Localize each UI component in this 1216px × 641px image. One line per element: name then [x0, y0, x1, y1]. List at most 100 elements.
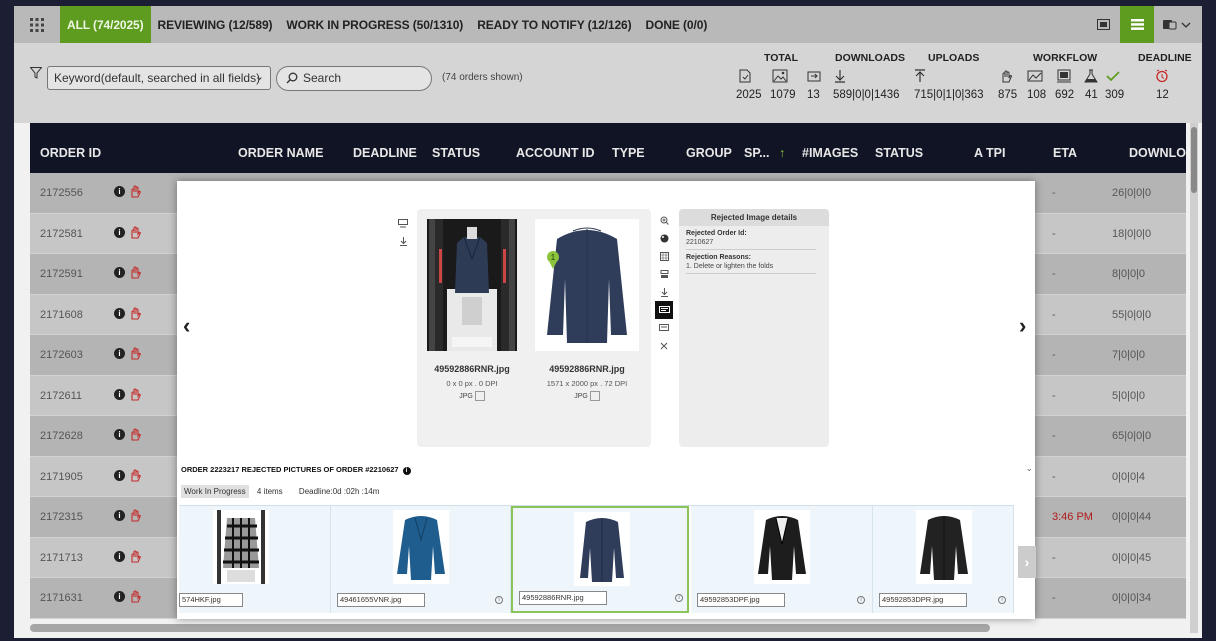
info-icon[interactable]: i [114, 429, 125, 440]
hand-review-icon[interactable] [129, 468, 141, 482]
thumbnail-info-icon[interactable]: i [675, 594, 683, 602]
col-images[interactable]: #IMAGES [802, 146, 858, 160]
thumbnail-card[interactable]: 49592853DPR.jpg i [873, 506, 1014, 613]
keyword-field-select[interactable]: Keyword(default, searched in all fields)… [47, 66, 271, 90]
thumbnail-info-icon[interactable]: i [998, 596, 1006, 604]
info-icon[interactable]: i [114, 469, 125, 481]
tab-work-in-progress[interactable]: WORK IN PROGRESS (50/1310) [279, 6, 470, 43]
rejection-details-icon[interactable] [655, 301, 673, 319]
tab-ready-to-notify[interactable]: READY TO NOTIFY (12/126) [470, 6, 638, 43]
hand-review-icon[interactable] [129, 225, 141, 239]
tab-done[interactable]: DONE (0/0) [639, 6, 715, 43]
info-icon[interactable]: i [402, 467, 411, 475]
hand-review-icon[interactable] [129, 266, 141, 279]
list-view-icon[interactable] [1120, 6, 1154, 43]
order-id-cell[interactable]: 2172315 [40, 511, 83, 523]
open-external-icon[interactable] [589, 391, 600, 401]
compare-icon[interactable] [397, 214, 409, 232]
images-icon[interactable] [772, 69, 788, 83]
strip-next-icon[interactable]: › [1018, 546, 1036, 578]
next-arrow-icon[interactable]: › [1019, 313, 1026, 339]
zoom-in-icon[interactable] [655, 211, 673, 229]
thumbnail-info-icon[interactable]: i [495, 596, 503, 604]
open-external-icon[interactable] [474, 391, 485, 401]
col-a-tpi[interactable]: A TPI [974, 146, 1005, 160]
col-order-id[interactable]: ORDER ID [40, 146, 101, 160]
language-dropdown-icon[interactable] [1154, 6, 1202, 43]
col-downloads[interactable]: DOWNLO [1129, 146, 1186, 160]
col-status[interactable]: STATUS [432, 146, 480, 160]
prev-arrow-icon[interactable]: ‹ [183, 313, 190, 339]
vertical-scrollbar[interactable] [1190, 123, 1198, 633]
info-icon[interactable]: i [114, 348, 125, 359]
hand-review-icon[interactable] [129, 347, 141, 360]
info-icon[interactable]: i [114, 307, 125, 319]
order-id-cell[interactable]: 2172628 [40, 430, 83, 442]
download-icon[interactable] [397, 232, 409, 250]
info-icon[interactable]: i [114, 550, 125, 562]
search-input[interactable]: Search [276, 66, 432, 91]
thumbnail-info-icon[interactable]: i [857, 596, 865, 604]
card-view-icon[interactable] [1086, 6, 1120, 43]
order-id-cell[interactable]: 2172611 [40, 390, 82, 402]
hand-review-icon[interactable] [129, 509, 141, 522]
vertical-scroll-thumb[interactable] [1191, 127, 1197, 193]
filter-funnel-icon[interactable] [30, 67, 42, 79]
order-id-cell[interactable]: 2172591 [40, 268, 83, 280]
col-group[interactable]: GROUP [686, 146, 732, 160]
hand-review-icon[interactable] [129, 590, 141, 603]
thumbnail-card[interactable]: 49592853DPF.jpg i [691, 506, 873, 613]
info-icon[interactable]: i [114, 267, 125, 278]
image-edit-icon[interactable] [1027, 69, 1043, 83]
thumbnail-card[interactable]: 49461655VNR.jpg i [331, 506, 511, 613]
comment-icon[interactable] [655, 319, 673, 337]
tab-reviewing[interactable]: REVIEWING (12/589) [151, 6, 280, 43]
apps-grid-icon[interactable] [14, 6, 60, 43]
order-id-cell[interactable]: 2171905 [40, 471, 83, 483]
col-eta[interactable]: ETA [1053, 146, 1077, 160]
download-icon[interactable] [655, 283, 673, 301]
close-icon[interactable] [655, 337, 673, 355]
viewer-image-original[interactable]: 49592886RNR.jpg 0 x 0 px . 0 DPI JPG [427, 219, 517, 401]
info-icon[interactable]: i [114, 510, 125, 521]
grid-overlay-icon[interactable] [655, 247, 673, 265]
order-id-cell[interactable]: 2172581 [40, 228, 83, 240]
hand-review-icon[interactable] [129, 428, 141, 441]
order-id-cell[interactable]: 2172603 [40, 349, 83, 361]
col-type[interactable]: TYPE [612, 146, 645, 160]
transfer-icon[interactable] [806, 69, 822, 83]
col-order-name[interactable]: ORDER NAME [238, 146, 323, 160]
info-icon[interactable]: i [114, 388, 125, 400]
order-id-cell[interactable]: 2171631 [40, 592, 83, 604]
upload-icon[interactable] [912, 69, 928, 83]
hand-review-icon[interactable] [129, 387, 141, 401]
color-palette-icon[interactable] [655, 229, 673, 247]
col-status-2[interactable]: STATUS [875, 146, 923, 160]
order-id-cell[interactable]: 2171608 [40, 309, 83, 321]
tab-all[interactable]: ALL (74/2025) [60, 6, 151, 43]
collapse-chevron-icon[interactable]: ⌄ [1025, 463, 1033, 474]
info-icon[interactable]: i [114, 591, 125, 602]
hand-review-icon[interactable] [129, 306, 141, 320]
order-id-cell[interactable]: 2172556 [40, 187, 83, 199]
thumbnail-card[interactable]: 574HKF.jpg [179, 506, 331, 613]
info-icon[interactable]: i [114, 186, 125, 197]
download-icon[interactable] [832, 69, 848, 83]
hand-review-icon[interactable] [129, 185, 141, 198]
info-icon[interactable]: i [114, 226, 125, 238]
col-account-id[interactable]: ACCOUNT ID [516, 146, 594, 160]
checkmark-icon[interactable] [1105, 69, 1121, 83]
order-id-cell[interactable]: 2171713 [40, 552, 83, 564]
total-orders-icon[interactable] [737, 69, 753, 83]
horizontal-scrollbar[interactable] [30, 624, 990, 632]
thumbnail-card[interactable]: 49592886RNR.jpg i [511, 506, 689, 613]
alarm-clock-icon[interactable] [1154, 69, 1170, 83]
viewer-image-edited[interactable]: 1 49592886RNR.jpg 1571 x 2000 px . 72 DP… [535, 219, 639, 401]
hand-review-icon[interactable] [129, 549, 141, 563]
col-sp[interactable]: SP... ↑ [744, 146, 785, 160]
layers-icon[interactable] [655, 265, 673, 283]
hand-review-icon[interactable] [998, 69, 1014, 83]
gallery-icon[interactable] [1056, 69, 1072, 83]
flask-icon[interactable] [1083, 69, 1099, 83]
col-deadline[interactable]: DEADLINE [353, 146, 417, 160]
